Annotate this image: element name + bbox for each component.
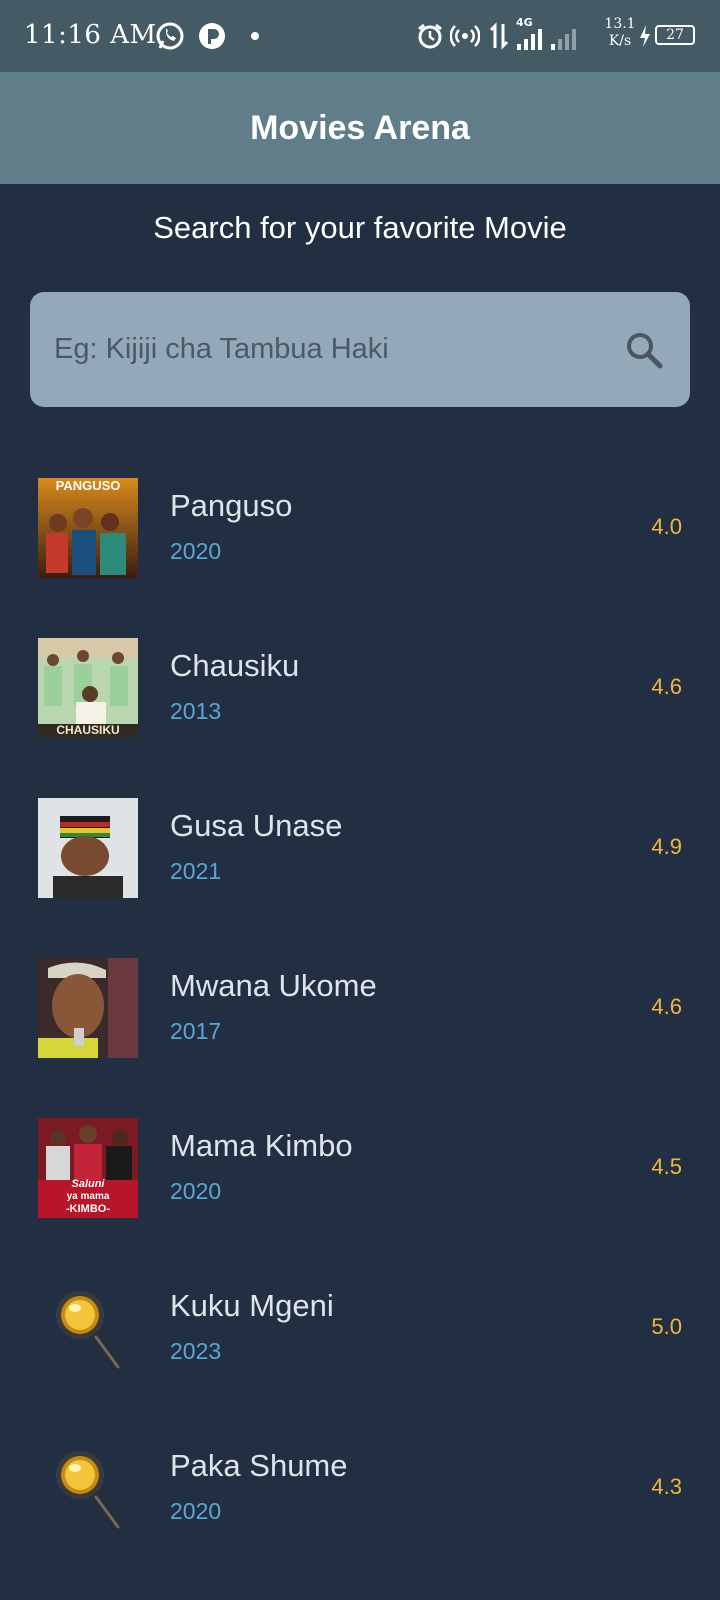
movie-year: 2017	[170, 1018, 222, 1044]
poster-image	[38, 958, 138, 1058]
movie-item[interactable]: Kuku Mgeni 2023 5.0	[0, 1248, 720, 1408]
hotspot-icon	[450, 20, 480, 52]
movie-rating: 4.0	[651, 514, 682, 539]
search-box[interactable]	[30, 292, 690, 407]
movie-item[interactable]: CHAUSIKU Chausiku 2013 4.6	[0, 608, 720, 768]
movie-list: PANGUSO Panguso 2020 4.0 CHAUSIKU Chausi…	[0, 448, 720, 1568]
movie-title: Chausiku	[170, 648, 300, 683]
movie-title: Gusa Unase	[170, 808, 343, 843]
poster-text: -KIMBO-	[66, 1203, 110, 1215]
battery-icon: 27	[655, 25, 695, 45]
app-bar: Movies Arena	[0, 72, 720, 184]
poster-image: Saluni ya mama -KIMBO-	[38, 1118, 138, 1218]
poster-text: PANGUSO	[55, 478, 121, 493]
search-icon[interactable]	[622, 328, 666, 372]
notification-dot-icon	[248, 20, 262, 52]
movie-rating: 5.0	[651, 1314, 682, 1339]
alarm-icon	[414, 20, 446, 52]
movie-rating: 4.5	[651, 1154, 682, 1179]
status-bar: 11:16 AM 4G 13.1 K/s 27	[0, 0, 720, 72]
movie-item[interactable]: Saluni ya mama -KIMBO- Mama Kimbo 2020 4…	[0, 1088, 720, 1248]
p-app-icon	[196, 20, 228, 52]
status-time: 11:16 AM	[24, 20, 157, 50]
movie-year: 2020	[170, 1498, 222, 1524]
movie-title: Paka Shume	[170, 1448, 348, 1483]
movie-year: 2013	[170, 698, 222, 724]
whatsapp-icon	[154, 20, 186, 52]
movie-title: Mama Kimbo	[170, 1128, 353, 1163]
movie-title: Panguso	[170, 488, 293, 523]
poster-image: PANGUSO	[38, 478, 138, 578]
movie-rating: 4.6	[651, 994, 682, 1019]
movie-item[interactable]: Mwana Ukome 2017 4.6	[0, 928, 720, 1088]
network-speed: 13.1 K/s	[604, 16, 636, 49]
movie-item[interactable]: Gusa Unase 2021 4.9	[0, 768, 720, 928]
movie-rating: 4.6	[651, 674, 682, 699]
movie-year: 2020	[170, 538, 222, 564]
movie-year: 2020	[170, 1178, 222, 1204]
magnifier-placeholder-icon	[38, 1278, 138, 1378]
poster-text: Saluni	[71, 1178, 105, 1190]
movie-rating: 4.9	[651, 834, 682, 859]
poster-image	[38, 798, 138, 898]
movie-item[interactable]: PANGUSO Panguso 2020 4.0	[0, 448, 720, 608]
data-arrows-icon	[487, 20, 511, 52]
movie-title: Mwana Ukome	[170, 968, 377, 1003]
charging-icon	[637, 20, 653, 52]
search-heading: Search for your favorite Movie	[153, 210, 567, 245]
magnifier-placeholder-icon	[38, 1438, 138, 1538]
poster-text: CHAUSIKU	[56, 723, 120, 737]
movie-year: 2021	[170, 858, 222, 884]
movie-item[interactable]: Paka Shume 2020 4.3	[0, 1408, 720, 1568]
movie-rating: 4.3	[651, 1474, 682, 1499]
poster-text: ya mama	[66, 1191, 110, 1202]
movie-title: Kuku Mgeni	[170, 1288, 334, 1323]
poster-image: CHAUSIKU	[38, 638, 138, 738]
app-title: Movies Arena	[250, 109, 470, 147]
search-input[interactable]	[54, 292, 614, 407]
movie-year: 2023	[170, 1338, 222, 1364]
network-type-label: 4G	[516, 16, 533, 29]
